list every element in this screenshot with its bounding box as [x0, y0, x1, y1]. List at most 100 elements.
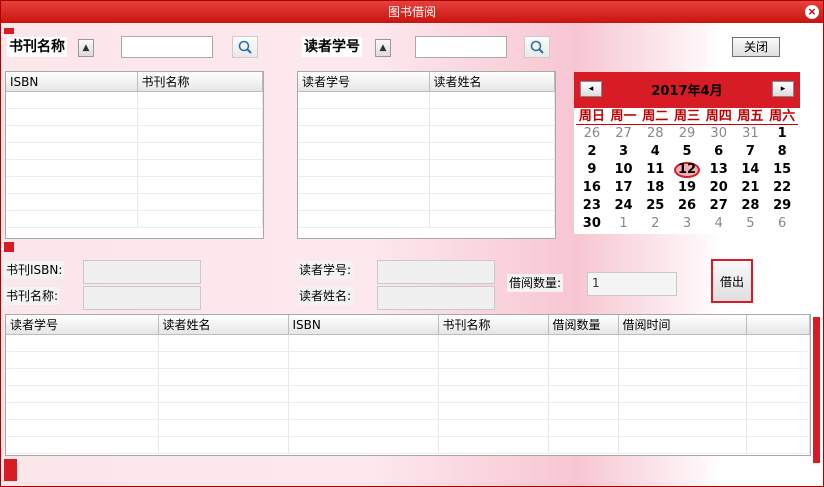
table-row[interactable]	[6, 436, 810, 454]
calendar-header: ◂ 2017年4月 ▸	[574, 72, 800, 108]
column-header[interactable]: ISBN	[288, 315, 439, 335]
calendar-day[interactable]: 2	[576, 143, 608, 161]
reader-grid[interactable]: 读者学号 读者姓名	[297, 71, 556, 239]
calendar-day[interactable]: 27	[703, 197, 735, 215]
table-row[interactable]	[6, 159, 263, 177]
calendar-day[interactable]: 29	[766, 197, 798, 215]
column-header[interactable]: 读者姓名	[158, 315, 289, 335]
calendar-next-button[interactable]: ▸	[772, 81, 794, 97]
table-row[interactable]	[6, 351, 810, 369]
book-search-button[interactable]	[232, 36, 258, 58]
table-row[interactable]	[6, 108, 263, 126]
calendar-day[interactable]: 17	[608, 179, 640, 197]
calendar-day[interactable]: 6	[703, 143, 735, 161]
calendar-day[interactable]: 20	[703, 179, 735, 197]
calendar-day[interactable]: 3	[671, 215, 703, 233]
calendar-day[interactable]: 24	[608, 197, 640, 215]
table-row[interactable]	[6, 368, 810, 386]
calendar-day[interactable]: 6	[766, 215, 798, 233]
calendar-day[interactable]: 2	[639, 215, 671, 233]
book-field-label: 书刊名称	[7, 37, 67, 57]
column-header[interactable]: 书刊名称	[137, 72, 263, 92]
reader-id-label: 读者学号:	[297, 261, 354, 279]
quantity-input[interactable]: 1	[587, 272, 677, 296]
calendar-day[interactable]: 16	[576, 179, 608, 197]
table-row[interactable]	[298, 125, 555, 143]
column-header[interactable]: 借阅时间	[618, 315, 747, 335]
month-calendar[interactable]: ◂ 2017年4月 ▸ 周日 周一 周二 周三 周四 周五 周六 26 27 28 29 30 31 1…	[574, 72, 800, 234]
calendar-day[interactable]: 14	[735, 161, 767, 179]
table-row[interactable]	[298, 91, 555, 109]
table-row[interactable]	[6, 419, 810, 437]
calendar-day[interactable]: 21	[735, 179, 767, 197]
table-row[interactable]	[6, 402, 810, 420]
table-row[interactable]	[6, 91, 263, 109]
calendar-weekday: 周日	[578, 109, 605, 124]
calendar-day[interactable]: 1	[766, 125, 798, 143]
table-row[interactable]	[6, 334, 810, 352]
calendar-day[interactable]: 10	[608, 161, 640, 179]
calendar-day[interactable]: 9	[576, 161, 608, 179]
calendar-day-grid[interactable]: 26 27 28 29 30 31 1 2 3 4 5 6 7 8 9 10 11 12 13 14 15 16 17 18 1…	[574, 125, 800, 233]
calendar-day[interactable]: 19	[671, 179, 703, 197]
column-header[interactable]: ISBN	[6, 72, 138, 92]
table-row[interactable]	[298, 210, 555, 228]
calendar-day[interactable]: 30	[703, 125, 735, 143]
close-icon[interactable]: ×	[805, 5, 819, 19]
loan-grid[interactable]: 读者学号 读者姓名 ISBN 书刊名称 借阅数量 借阅时间	[5, 314, 811, 456]
calendar-day[interactable]: 15	[766, 161, 798, 179]
table-row[interactable]	[6, 210, 263, 228]
table-row[interactable]	[6, 193, 263, 211]
table-row[interactable]	[6, 176, 263, 194]
borrow-window: 图书借阅 × 书刊名称 ▲ 读者学号 ▲ 关闭 ISBN 书刊名称 读者学号 读…	[0, 0, 824, 487]
calendar-day[interactable]: 23	[576, 197, 608, 215]
calendar-day[interactable]: 30	[576, 215, 608, 233]
reader-search-button[interactable]	[524, 36, 550, 58]
calendar-day[interactable]: 29	[671, 125, 703, 143]
calendar-day[interactable]: 31	[735, 125, 767, 143]
calendar-day[interactable]: 7	[735, 143, 767, 161]
calendar-day[interactable]: 13	[703, 161, 735, 179]
table-row[interactable]	[6, 385, 810, 403]
calendar-day[interactable]: 27	[608, 125, 640, 143]
calendar-day[interactable]: 4	[703, 215, 735, 233]
calendar-day[interactable]: 1	[608, 215, 640, 233]
search-icon	[238, 40, 252, 54]
calendar-day[interactable]: 18	[639, 179, 671, 197]
reader-field-combo[interactable]: ▲	[375, 39, 391, 57]
calendar-day[interactable]: 5	[671, 143, 703, 161]
table-row[interactable]	[298, 176, 555, 194]
calendar-weekday: 周四	[705, 109, 732, 124]
column-header[interactable]: 读者学号	[6, 315, 159, 335]
book-grid[interactable]: ISBN 书刊名称	[5, 71, 264, 239]
calendar-day[interactable]: 25	[639, 197, 671, 215]
close-button[interactable]: 关闭	[732, 37, 780, 57]
column-header[interactable]: 借阅数量	[548, 315, 619, 335]
table-row[interactable]	[298, 159, 555, 177]
calendar-day[interactable]: 4	[639, 143, 671, 161]
book-search-input[interactable]	[121, 36, 213, 58]
calendar-day[interactable]: 28	[639, 125, 671, 143]
calendar-day[interactable]: 26	[576, 125, 608, 143]
column-header[interactable]: 书刊名称	[438, 315, 549, 335]
column-header[interactable]: 读者姓名	[429, 72, 555, 92]
calendar-day[interactable]: 5	[735, 215, 767, 233]
calendar-day-today[interactable]: 12	[671, 161, 703, 179]
calendar-day[interactable]: 28	[735, 197, 767, 215]
calendar-day[interactable]: 11	[639, 161, 671, 179]
table-row[interactable]	[298, 142, 555, 160]
calendar-day[interactable]: 26	[671, 197, 703, 215]
borrow-button[interactable]: 借出	[711, 259, 753, 303]
calendar-day[interactable]: 3	[608, 143, 640, 161]
book-field-combo[interactable]: ▲	[78, 39, 94, 57]
reader-search-input[interactable]	[415, 36, 507, 58]
table-row[interactable]	[6, 125, 263, 143]
calendar-day[interactable]: 8	[766, 143, 798, 161]
calendar-month-title[interactable]: 2017年4月	[574, 80, 800, 99]
table-row[interactable]	[298, 108, 555, 126]
window-title: 图书借阅	[387, 5, 436, 19]
table-row[interactable]	[298, 193, 555, 211]
column-header[interactable]: 读者学号	[298, 72, 430, 92]
table-row[interactable]	[6, 142, 263, 160]
calendar-day[interactable]: 22	[766, 179, 798, 197]
